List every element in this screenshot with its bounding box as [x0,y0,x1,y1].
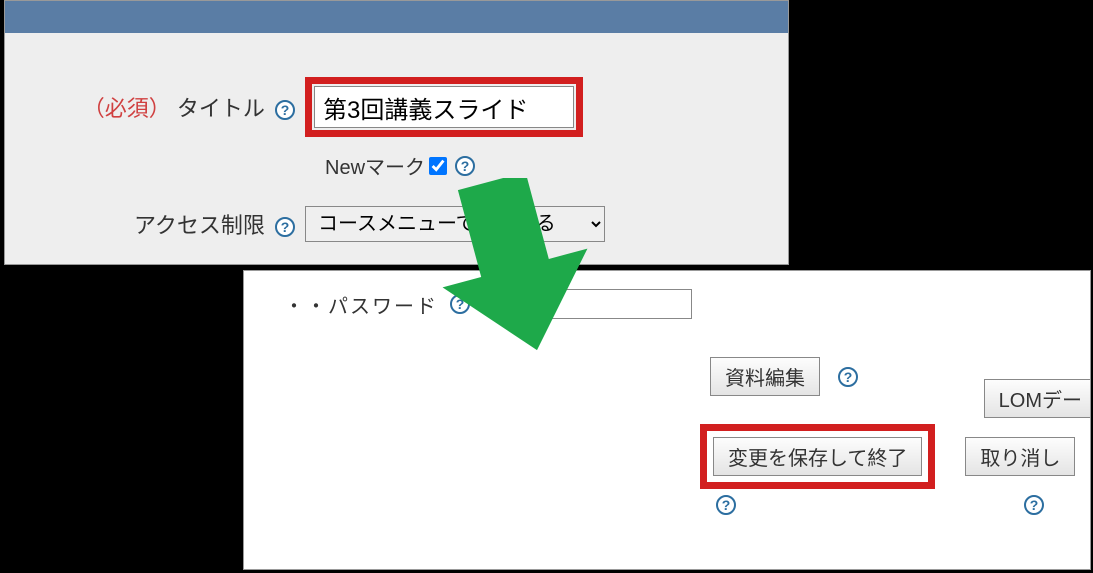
help-icon[interactable]: ? [1024,495,1044,515]
lom-data-button[interactable]: LOMデー [984,379,1090,418]
top-form-panel: （必須） タイトル ? Newマーク ? アクセス制限 ? コースメニューで表示… [4,0,789,265]
help-icons-row: ? ? [244,495,1090,515]
password-label: ・・パスワード [244,290,438,319]
header-bar [5,1,788,33]
save-highlight-box: 変更を保存して終了 [700,424,935,489]
title-input[interactable] [314,86,574,128]
password-row: ・・パスワード ? [244,271,1090,329]
new-mark-row: Newマーク ? [5,151,788,180]
help-icon[interactable]: ? [455,156,475,176]
title-label-cell: （必須） タイトル ? [5,91,305,123]
save-and-exit-button[interactable]: 変更を保存して終了 [713,437,922,476]
access-label: アクセス制限 [134,213,265,238]
cancel-button[interactable]: 取り消し [965,437,1075,476]
access-row: アクセス制限 ? コースメニューで表示する [5,198,788,250]
access-label-cell: アクセス制限 ? [5,208,305,240]
new-mark-checkbox[interactable] [429,157,447,175]
help-icon[interactable]: ? [275,100,295,120]
required-label: （必須） [83,96,171,121]
edit-button-row: 資料編集 ? [244,357,1090,396]
title-label: タイトル [177,96,265,121]
new-mark-label: Newマーク [325,151,425,180]
green-arrow-icon [440,178,600,358]
help-icon[interactable]: ? [716,495,736,515]
save-cancel-row: 変更を保存して終了 取り消し [244,424,1090,489]
title-highlight-box [305,77,583,137]
bottom-panel: ・・パスワード ? 資料編集 ? 変更を保存して終了 取り消し ? ? LOMデ… [243,270,1091,570]
help-icon[interactable]: ? [275,217,295,237]
title-row: （必須） タイトル ? [5,69,788,145]
edit-material-button[interactable]: 資料編集 [710,357,820,396]
help-icon[interactable]: ? [838,367,858,387]
